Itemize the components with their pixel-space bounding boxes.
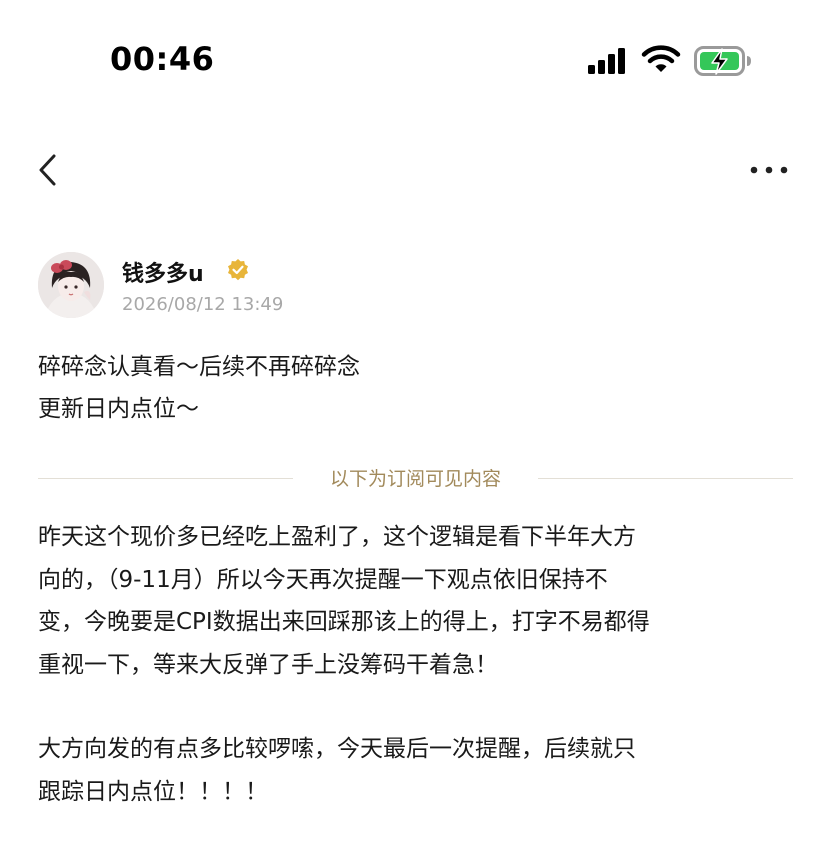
body-line: 向的，（9-11月）所以今天再次提醒一下观点依旧保持不 — [38, 566, 608, 593]
divider-line-left — [38, 478, 293, 479]
status-time: 00:46 — [110, 40, 215, 78]
body-line: 昨天这个现价多已经吃上盈利了，这个逻辑是看下半年大方 — [38, 524, 636, 550]
back-button[interactable] — [30, 150, 70, 190]
body-line: 变，今晚要是CPI数据出来回踩那该上的得上，打字不易都得 — [38, 609, 650, 635]
verified-badge-icon — [228, 259, 248, 281]
more-dots-icon — [750, 166, 788, 174]
author-header: 钱多多u 2026/08/12 13:49 — [38, 252, 798, 322]
post-date: 2026/08/12 13:49 — [122, 294, 284, 315]
intro-line: 更新日内点位～ — [38, 396, 199, 422]
more-button[interactable] — [740, 152, 796, 188]
cellular-signal-icon — [588, 48, 625, 74]
nav-bar — [0, 140, 829, 200]
subscription-divider-label: 以下为订阅可见内容 — [329, 468, 501, 490]
wifi-icon — [641, 45, 681, 72]
status-bar: 00:46 — [0, 0, 829, 120]
chevron-left-icon — [39, 154, 56, 186]
body-line: 重视一下，等来大反弹了手上没筹码干着急！ — [38, 651, 498, 678]
subscription-divider: 以下为订阅可见内容 — [38, 464, 793, 494]
author-name[interactable]: 钱多多u — [122, 256, 204, 288]
post-intro: 碎碎念认真看～后续不再碎碎念 更新日内点位～ — [38, 346, 798, 430]
avatar-image — [38, 252, 104, 318]
body-line: 大方向发的有点多比较啰嗦，今天最后一次提醒，后续就只 — [38, 736, 636, 762]
divider-line-right — [538, 478, 793, 479]
battery-charging-icon — [694, 46, 751, 76]
intro-line: 碎碎念认真看～后续不再碎碎念 — [38, 354, 360, 380]
post-body: 昨天这个现价多已经吃上盈利了，这个逻辑是看下半年大方 向的，（9-11月）所以今… — [38, 516, 808, 813]
avatar[interactable] — [38, 252, 104, 318]
body-line: 跟踪日内点位！！！！ — [38, 778, 268, 805]
